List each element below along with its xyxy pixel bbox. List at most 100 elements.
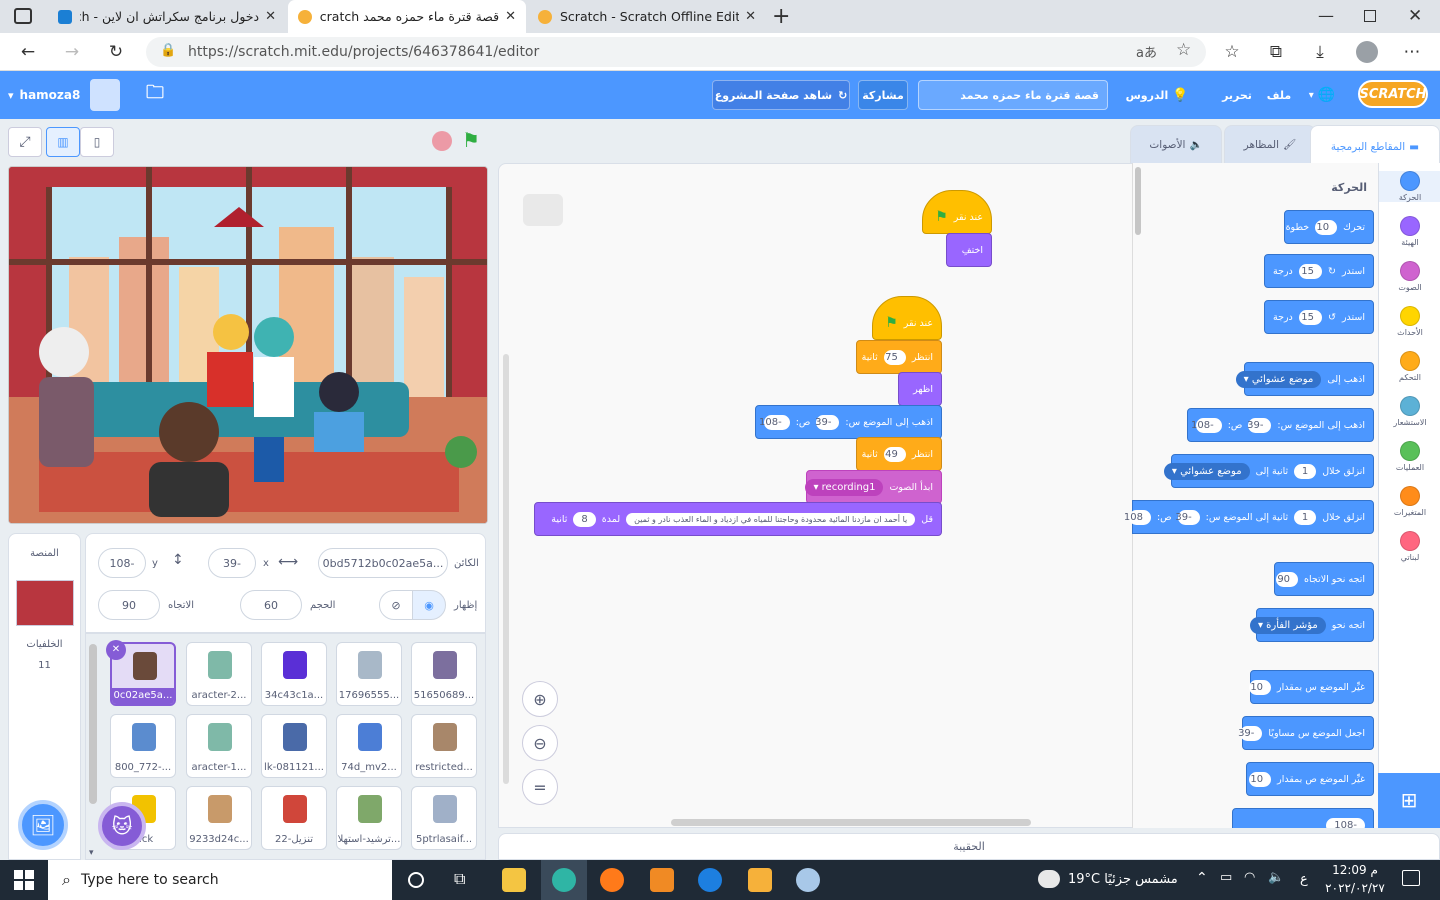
add-extension-button[interactable]: ⊞ [1378, 773, 1440, 828]
category-variables[interactable]: المتغيرات [1379, 486, 1440, 517]
small-stage-icon[interactable]: ▯ [80, 127, 114, 157]
x-field[interactable]: 39- [208, 548, 256, 578]
weather-text[interactable]: 19°C مشمس جزئيًا [1068, 872, 1178, 887]
restore-icon[interactable] [1364, 10, 1376, 22]
sprite-list-scrollbar[interactable] [89, 644, 97, 804]
profile-avatar[interactable] [1356, 41, 1378, 63]
edit-menu[interactable]: تحرير [1218, 80, 1256, 110]
y-field[interactable]: 108- [98, 548, 146, 578]
input-language[interactable]: ع [1300, 872, 1308, 887]
category-sound[interactable]: الصوت [1379, 261, 1440, 292]
glide-dropdown[interactable]: موضع عشوائي ▾ [1163, 462, 1250, 480]
sprite-tile[interactable]: 17696555... [336, 642, 402, 706]
sound-dropdown[interactable]: recording1 ▾ [805, 478, 884, 496]
settings-app-icon[interactable] [698, 868, 722, 892]
scroll-down-icon[interactable]: ▾ [89, 848, 94, 858]
collections-icon[interactable]: ⧉ [1262, 38, 1290, 66]
point-towards-dropdown[interactable]: مؤشر الفأرة ▾ [1249, 616, 1326, 634]
show-hidden-toggle[interactable]: ⊘ [379, 590, 413, 620]
new-tab-icon[interactable]: + [772, 4, 790, 29]
share-button[interactable]: مشاركة [858, 80, 908, 110]
category-sensing[interactable]: الاستشعار [1379, 396, 1440, 427]
backpack[interactable]: الحقيبة [498, 833, 1440, 860]
glide-xy-block[interactable]: انزلق خلال 1 ثانية إلى الموضع س: -39 ص: 108 [1124, 500, 1374, 534]
move-steps-block[interactable]: تحرك 10 خطوة [1284, 210, 1374, 244]
browser-tab-project[interactable]: قصة قترة ماء حمزه محمد on Scratch ✕ [288, 0, 526, 33]
set-x-block[interactable]: اجعل الموضع س مساويًا -39 [1238, 716, 1374, 750]
browser-tab-search[interactable]: دخول برنامج سكراتش ان لاين - ‎ch ✕ [48, 0, 286, 33]
clock-time[interactable]: 12:09 م [1320, 863, 1390, 877]
sprite-tile[interactable]: 800_772-... [110, 714, 176, 778]
file-menu[interactable]: ملف [1262, 80, 1296, 110]
cortana-icon[interactable] [408, 872, 424, 888]
read-aloud-icon[interactable]: aあ [1136, 42, 1157, 61]
url-field[interactable]: 🔒 https://scratch.mit.edu/projects/64637… [146, 37, 1206, 67]
turn-right-block[interactable]: استدر ↻ 15 درجة [1264, 254, 1374, 288]
zoom-in-icon[interactable]: ⊕ [522, 681, 558, 717]
close-icon[interactable]: ✕ [745, 9, 756, 24]
sprite-tile[interactable]: 34c43c1a... [261, 642, 327, 706]
sprite-tile[interactable]: تنزيل-22 [261, 786, 327, 850]
start-sound-block[interactable]: ابدأ الصوت recording1 ▾ [805, 470, 942, 504]
add-backdrop-button[interactable]: 🖼 [18, 800, 68, 850]
show-block[interactable]: اظهر [898, 372, 942, 406]
task-view-icon[interactable]: ⧉ [454, 869, 465, 889]
palette-scrollbar[interactable] [1135, 167, 1141, 235]
size-field[interactable]: 60 [240, 590, 302, 620]
scratch-desktop-icon[interactable] [748, 868, 772, 892]
wifi-icon[interactable]: ◠ [1244, 870, 1255, 885]
fullscreen-icon[interactable]: ⤢ [8, 127, 42, 157]
change-y-block[interactable]: غيِّر الموضع ص بمقدار 10 [1246, 762, 1374, 796]
show-visible-toggle[interactable]: ◉ [412, 590, 446, 620]
tab-costumes[interactable]: المظاهر 🖌 [1224, 125, 1316, 163]
windows-start-icon[interactable] [14, 870, 34, 890]
scratch-logo[interactable]: SCRATCH [1358, 80, 1428, 108]
downloads-icon[interactable]: ⤓ [1306, 38, 1334, 66]
sprite-tile[interactable]: restricted... [411, 714, 477, 778]
see-project-page-button[interactable]: شاهد صفحة المشروع ↻ [712, 80, 850, 110]
tray-chevron-icon[interactable]: ⌃ [1196, 870, 1208, 886]
volume-icon[interactable]: 🔈 [1268, 870, 1284, 885]
taskbar-search-box[interactable]: ⌕ Type here to search [48, 860, 392, 900]
tutorials-menu[interactable]: الدروس 💡 [1126, 80, 1189, 110]
favorites-icon[interactable]: ☆ [1218, 38, 1246, 66]
workspace-vscroll[interactable] [503, 354, 509, 784]
back-icon[interactable]: ← [14, 38, 42, 66]
refresh-icon[interactable]: ↻ [102, 38, 130, 66]
sprite-tile[interactable]: lk-081121... [261, 714, 327, 778]
project-title-input[interactable]: قصة قترة ماء حمزه محمد [918, 80, 1108, 110]
sprite-tile[interactable]: 5ptrlasaif... [411, 786, 477, 850]
sprite-tile[interactable]: 9233d24c... [186, 786, 252, 850]
edge-icon[interactable] [552, 868, 576, 892]
language-menu[interactable]: ▾ 🌐 [1302, 80, 1342, 110]
close-window-icon[interactable]: ✕ [1408, 6, 1422, 26]
add-sprite-button[interactable]: 🐱 [98, 802, 146, 850]
when-flag-block[interactable]: عند نقر ⚑ [922, 190, 992, 234]
goto-dropdown[interactable]: موضع عشوائي ▾ [1235, 370, 1322, 388]
sprite-tile[interactable]: aracter-2... [186, 642, 252, 706]
hide-block[interactable]: اختفِ [946, 233, 992, 267]
tab-code[interactable]: المقاطع البرمجية ▬ [1310, 125, 1440, 167]
sprite-tile[interactable]: 51650689... [411, 642, 477, 706]
wait-block[interactable]: انتظر 75 ثانية [856, 340, 942, 374]
glide-block[interactable]: انزلق خلال 1 ثانية إلى موضع عشوائي ▾ [1163, 454, 1374, 488]
tab-actions-icon[interactable] [14, 8, 32, 24]
delete-sprite-icon[interactable]: ✕ [106, 640, 126, 660]
category-control[interactable]: التحكم [1379, 351, 1440, 382]
say-for-block[interactable]: قل يا أحمد ان مازدنا المائية محدودة وحاجت… [534, 502, 942, 536]
forward-icon[interactable]: → [58, 38, 86, 66]
category-my-blocks[interactable]: لبناتي [1379, 531, 1440, 562]
stage-canvas[interactable] [8, 166, 488, 524]
goto-xy-block[interactable]: اذهب إلى الموضع س: -39 ص: -108 [1187, 408, 1374, 442]
direction-field[interactable]: 90 [98, 590, 160, 620]
browser-tab-offline-editor[interactable]: Scratch - Scratch Offline Editor ✕ [528, 0, 766, 33]
app-icon[interactable] [650, 868, 674, 892]
green-flag-icon[interactable]: ⚑ [462, 128, 480, 152]
workspace-hscroll[interactable] [671, 819, 1031, 826]
minimize-icon[interactable]: — [1318, 6, 1334, 25]
close-icon[interactable]: ✕ [505, 9, 516, 24]
file-explorer-icon[interactable] [502, 868, 526, 892]
point-direction-block[interactable]: اتجه نحو الاتجاه 90 [1274, 562, 1374, 596]
firefox-icon[interactable] [600, 868, 624, 892]
my-stuff-folder-icon[interactable]: 🗀 [140, 80, 170, 110]
